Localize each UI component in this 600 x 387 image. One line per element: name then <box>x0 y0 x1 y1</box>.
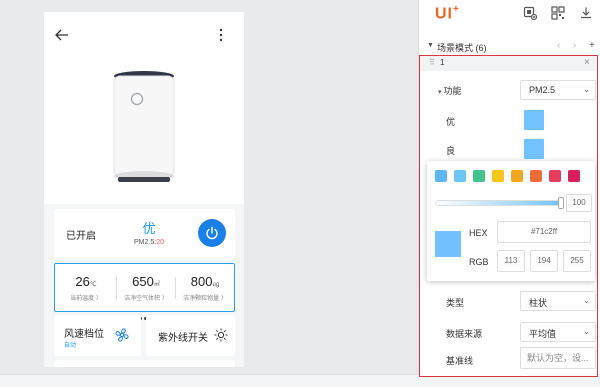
level-good-label: 优 <box>446 117 456 127</box>
qr-code-icon[interactable] <box>551 6 565 20</box>
add-layer-icon[interactable] <box>523 6 537 20</box>
power-status-card: 已开启 优 PM2.5:20 <box>54 209 235 260</box>
select-value: 柱状 <box>529 298 548 308</box>
fan-icon <box>115 328 129 342</box>
pm25-prefix: PM2.5: <box>134 239 157 246</box>
select-value: PM2.5 <box>529 85 556 95</box>
alpha-slider-handle[interactable] <box>558 197 564 209</box>
chevron-down-icon: ⌄ <box>583 296 590 305</box>
metric-unit: ℃ <box>89 282 97 288</box>
chevron-down-icon: ⌄ <box>583 327 590 336</box>
section-title: 场景模式 (6) <box>437 43 487 53</box>
baseline-input[interactable]: 默认为空，设... <box>520 347 596 369</box>
metric-temperature[interactable]: 26℃ 当前温度 〉 <box>57 264 115 310</box>
fan-speed-card[interactable]: 风速档位 自动 <box>54 315 141 356</box>
add-icon[interactable]: + <box>589 40 595 51</box>
air-purifier-image <box>113 71 175 182</box>
sun-icon <box>214 328 228 342</box>
function-label: ▾ 功能 <box>438 86 462 96</box>
preset-color-red-orange[interactable] <box>530 170 542 182</box>
metric-clean-air-volume[interactable]: 650㎡ 洁净空气体积 〉 <box>117 264 175 310</box>
baseline-label: 基准线 <box>446 356 474 366</box>
preset-color-green[interactable] <box>473 170 485 182</box>
drag-handle-icon[interactable]: ⠿ <box>429 58 435 67</box>
back-arrow-icon[interactable] <box>54 27 70 43</box>
preset-color-light-blue[interactable] <box>454 170 466 182</box>
level-good-color-swatch[interactable] <box>524 110 544 130</box>
metric-value: 650 <box>132 274 154 289</box>
metric-label: 洁净颗粒物量 〉 <box>183 296 227 302</box>
data-source-select[interactable]: 平均值 ⌄ <box>520 322 596 342</box>
uv-switch-card[interactable]: 紫外线开关 <box>146 315 235 356</box>
power-status-label: 已开启 <box>66 231 96 242</box>
chevron-right-icon[interactable]: › <box>573 40 576 51</box>
preset-color-yellow[interactable] <box>492 170 504 182</box>
level-ok-label: 良 <box>446 146 456 156</box>
alpha-slider-track[interactable] <box>435 200 563 206</box>
level-ok-color-swatch[interactable] <box>524 139 544 159</box>
fan-speed-mode: 自动 <box>64 343 77 349</box>
metric-value: 800 <box>190 274 213 289</box>
rgb-label: RGB <box>469 257 489 267</box>
download-icon[interactable] <box>579 6 593 20</box>
metrics-card[interactable]: 26℃ 当前温度 〉 650㎡ 洁净空气体积 〉 800ug 洁净颗粒物量 〉 <box>54 263 235 320</box>
preset-color-crimson[interactable] <box>568 170 580 182</box>
app-logo: UI+ <box>435 4 460 23</box>
scene-item-box: ⠿ 1 × ▾ 功能 PM2.5 ⌄ 优 良 100 HEX #71c2ff R… <box>419 55 598 377</box>
data-source-label: 数据来源 <box>446 329 483 339</box>
metric-value: 26 <box>75 274 90 289</box>
function-select[interactable]: PM2.5 ⌄ <box>520 80 596 100</box>
phone-preview: 已开启 优 PM2.5:20 26℃ 当前温度 〉 650㎡ 洁净空气体积 〉 <box>44 12 244 367</box>
chevron-down-icon: ⌄ <box>583 85 590 94</box>
metric-particle-amount[interactable]: 800ug 洁净颗粒物量 〉 <box>176 264 234 310</box>
hex-label: HEX <box>469 228 488 238</box>
rgb-red-input[interactable]: 113 <box>497 250 525 272</box>
uv-switch-label: 紫外线开关 <box>158 333 208 344</box>
scene-item-header: ⠿ 1 × <box>420 56 596 71</box>
scene-number: 1 <box>440 58 445 67</box>
select-value: 平均值 <box>529 329 557 339</box>
type-label: 类型 <box>446 298 465 308</box>
current-color-preview <box>435 231 461 257</box>
color-picker-popup: 100 HEX #71c2ff RGB 113 194 255 <box>427 161 595 281</box>
rgb-blue-input[interactable]: 255 <box>563 250 591 272</box>
fan-speed-label: 风速档位 <box>64 329 104 340</box>
device-header-area <box>44 12 244 204</box>
chevron-left-icon[interactable]: ‹ <box>557 40 560 51</box>
metric-label: 当前温度 〉 <box>70 296 102 302</box>
alpha-input[interactable]: 100 <box>566 194 592 212</box>
metric-label: 洁净空气体积 〉 <box>124 296 168 302</box>
power-icon <box>206 226 218 240</box>
metric-unit: ㎡ <box>153 282 160 288</box>
design-canvas: 已开启 优 PM2.5:20 26℃ 当前温度 〉 650㎡ 洁净空气体积 〉 <box>0 0 418 387</box>
close-icon[interactable]: × <box>584 57 590 68</box>
page-indicator <box>139 307 151 320</box>
preset-color-orange[interactable] <box>511 170 523 182</box>
scene-mode-section-header[interactable]: ▼ 场景模式 (6) ‹ › + <box>427 40 597 54</box>
pm25-value: 20 <box>156 239 164 246</box>
power-button[interactable] <box>198 219 226 247</box>
preset-color-blue[interactable] <box>435 170 447 182</box>
type-select[interactable]: 柱状 ⌄ <box>520 291 596 311</box>
pm25-reading: PM2.5:20 <box>120 239 178 246</box>
air-quality-level: 优 <box>142 221 156 236</box>
collapse-caret-icon[interactable]: ▼ <box>427 42 434 49</box>
more-card <box>54 360 235 367</box>
preset-color-red[interactable] <box>549 170 561 182</box>
hex-input[interactable]: #71c2ff <box>497 221 591 243</box>
rgb-green-input[interactable]: 194 <box>530 250 558 272</box>
metric-unit: ug <box>212 282 220 288</box>
more-vertical-icon[interactable] <box>216 27 226 43</box>
